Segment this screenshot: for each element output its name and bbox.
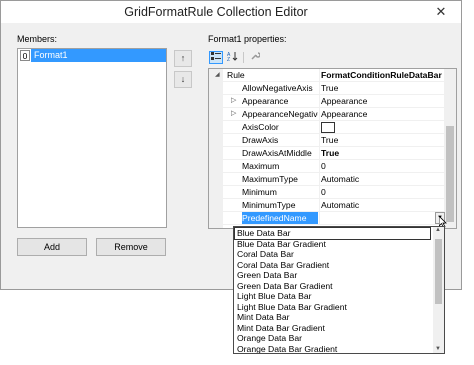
property-row[interactable]: DrawAxisAtMiddle True: [223, 147, 445, 160]
column-divider: [319, 147, 320, 159]
dropdown-option[interactable]: Blue Data Bar: [234, 227, 431, 240]
property-name[interactable]: DrawAxisAtMiddle: [242, 147, 318, 159]
dropdown-option[interactable]: Coral Data Bar Gradient: [237, 260, 329, 271]
property-grid[interactable]: ◢ Rule FormatConditionRuleDataBar AllowNega…: [208, 68, 457, 229]
dropdown-option[interactable]: Orange Data Bar: [237, 333, 302, 344]
property-row[interactable]: Minimum 0: [223, 186, 445, 199]
alphabetical-view-button[interactable]: A Z: [225, 51, 239, 64]
property-name[interactable]: Minimum: [242, 186, 318, 198]
expand-icon[interactable]: ▷: [231, 108, 236, 120]
column-divider: [319, 134, 320, 146]
property-row[interactable]: Maximum 0: [223, 160, 445, 173]
property-row[interactable]: ▷ Appearance Appearance: [223, 95, 445, 108]
dropdown-option[interactable]: Mint Data Bar: [237, 312, 290, 323]
scroll-down-icon[interactable]: ▼: [435, 346, 441, 352]
wrench-icon: [251, 52, 261, 60]
property-name[interactable]: MinimumType: [242, 199, 318, 211]
dropdown-option[interactable]: Light Blue Data Bar Gradient: [237, 302, 347, 313]
sort-alphabetical-icon: A Z: [227, 52, 237, 63]
property-value[interactable]: [321, 212, 445, 224]
property-row[interactable]: ◢ Rule FormatConditionRuleDataBar: [215, 69, 445, 82]
property-name[interactable]: Rule: [227, 69, 303, 81]
property-value[interactable]: True: [321, 134, 445, 146]
property-name[interactable]: PredefinedName: [242, 212, 318, 224]
column-divider: [319, 82, 320, 94]
property-value[interactable]: 0: [321, 186, 445, 198]
predefined-name-dropdown[interactable]: Blue Data Bar Blue Data Bar Gradient Coral…: [233, 226, 445, 354]
column-divider: [319, 212, 320, 224]
property-row[interactable]: MinimumType Automatic: [223, 199, 445, 212]
property-row[interactable]: DrawAxis True: [223, 134, 445, 147]
members-list[interactable]: 0 Format1: [17, 48, 167, 228]
property-name[interactable]: MaximumType: [242, 173, 318, 185]
property-value[interactable]: FormatConditionRuleDataBar: [321, 69, 445, 81]
property-value[interactable]: Appearance: [321, 108, 445, 120]
add-button[interactable]: Add: [17, 238, 87, 256]
property-name[interactable]: DrawAxis: [242, 134, 318, 146]
grid-gutter: [209, 69, 223, 228]
property-value[interactable]: Automatic: [321, 199, 445, 211]
column-divider: [319, 186, 320, 198]
property-name[interactable]: AllowNegativeAxis: [242, 82, 318, 94]
scroll-up-icon[interactable]: ▲: [435, 227, 441, 233]
column-divider: [319, 160, 320, 172]
member-index: 0: [20, 50, 30, 61]
dropdown-option[interactable]: Orange Data Bar Gradient: [237, 344, 337, 354]
move-down-button[interactable]: ↓: [174, 71, 192, 88]
svg-text:Z: Z: [227, 57, 230, 61]
remove-button[interactable]: Remove: [96, 238, 166, 256]
property-value[interactable]: Automatic: [321, 173, 445, 185]
close-icon[interactable]: ✕: [429, 3, 453, 21]
dropdown-option[interactable]: Green Data Bar Gradient: [237, 281, 333, 292]
color-swatch[interactable]: [321, 121, 445, 133]
property-row[interactable]: ▷ AppearanceNegative Appearance: [223, 108, 445, 121]
property-grid-scrollbar[interactable]: [444, 69, 456, 228]
column-divider: [319, 108, 320, 120]
column-divider: [319, 173, 320, 185]
arrow-down-icon: ↓: [180, 74, 186, 84]
dropdown-option[interactable]: Green Data Bar: [237, 270, 297, 281]
expand-icon[interactable]: ▷: [231, 95, 236, 107]
dropdown-option[interactable]: Light Blue Data Bar: [237, 291, 312, 302]
categorized-icon: [211, 52, 221, 60]
arrow-up-icon: ↑: [180, 53, 186, 63]
property-row[interactable]: PredefinedName: [223, 212, 445, 225]
list-item[interactable]: 0 Format1: [18, 49, 166, 62]
column-divider: [319, 69, 320, 81]
column-divider: [319, 199, 320, 211]
property-row[interactable]: AxisColor: [223, 121, 445, 134]
scrollbar-thumb[interactable]: [446, 126, 454, 222]
property-value[interactable]: True: [321, 82, 445, 94]
members-label: Members:: [17, 34, 58, 44]
properties-label: Format1 properties:: [208, 34, 287, 44]
column-divider: [319, 121, 320, 133]
dropdown-scrollbar-thumb[interactable]: [435, 239, 442, 304]
title-bar[interactable]: GridFormatRule Collection Editor ✕: [1, 1, 461, 23]
property-name[interactable]: AppearanceNegative: [242, 108, 318, 120]
property-row[interactable]: MaximumType Automatic: [223, 173, 445, 186]
property-name[interactable]: AxisColor: [242, 121, 318, 133]
property-pages-button[interactable]: [248, 51, 262, 64]
window-title: GridFormatRule Collection Editor: [124, 5, 308, 19]
property-name[interactable]: Maximum: [242, 160, 318, 172]
property-name[interactable]: Appearance: [242, 95, 318, 107]
member-name[interactable]: Format1: [31, 49, 166, 62]
dropdown-option[interactable]: Coral Data Bar: [237, 249, 294, 260]
dropdown-scrollbar[interactable]: ▲ ▼: [433, 227, 444, 353]
property-value[interactable]: True: [321, 147, 445, 159]
categorized-view-button[interactable]: [209, 51, 223, 64]
move-up-button[interactable]: ↑: [174, 50, 192, 67]
property-row[interactable]: AllowNegativeAxis True: [223, 82, 445, 95]
dropdown-option[interactable]: Blue Data Bar Gradient: [237, 239, 326, 250]
dropdown-option[interactable]: Mint Data Bar Gradient: [237, 323, 325, 334]
expand-icon[interactable]: ◢: [215, 69, 220, 81]
column-divider: [319, 95, 320, 107]
toolbar-separator: [243, 52, 244, 63]
property-value[interactable]: Appearance: [321, 95, 445, 107]
property-value[interactable]: 0: [321, 160, 445, 172]
